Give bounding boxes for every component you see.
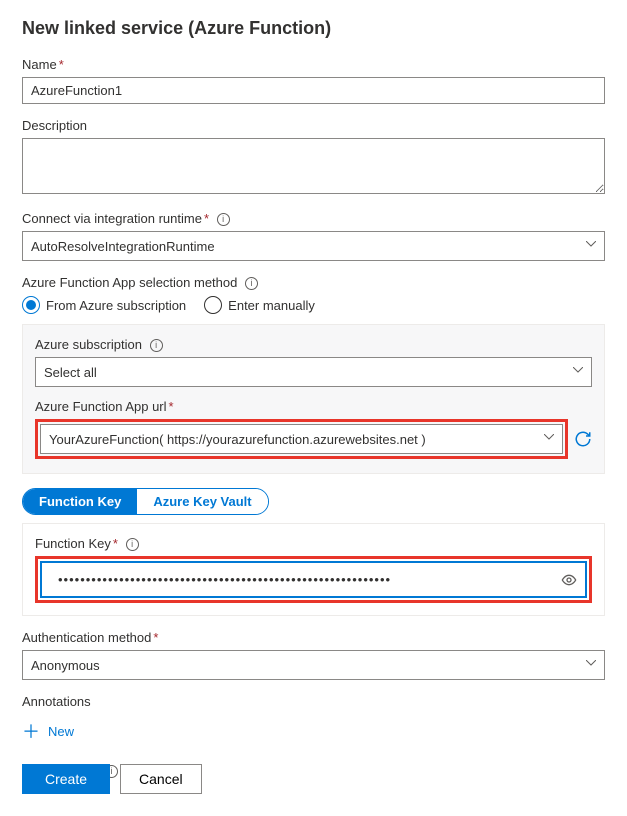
runtime-select[interactable]: AutoResolveIntegrationRuntime xyxy=(22,231,605,261)
functionkey-input[interactable] xyxy=(50,567,555,592)
functionkey-label: Function Key* i xyxy=(35,536,592,551)
eye-icon[interactable] xyxy=(561,572,577,588)
selection-method-label: Azure Function App selection method i xyxy=(22,275,605,290)
info-icon[interactable]: i xyxy=(217,213,230,226)
description-label: Description xyxy=(22,118,605,133)
refresh-icon[interactable] xyxy=(574,430,592,448)
runtime-value: AutoResolveIntegrationRuntime xyxy=(31,239,215,254)
chevron-down-icon xyxy=(586,660,596,670)
name-label: Name* xyxy=(22,57,605,72)
create-button[interactable]: Create xyxy=(22,764,110,794)
chevron-down-icon xyxy=(544,434,554,444)
name-input[interactable] xyxy=(22,77,605,104)
subscription-value: Select all xyxy=(44,365,97,380)
plus-icon: ＋ xyxy=(22,718,40,744)
tab-azure-key-vault[interactable]: Azure Key Vault xyxy=(137,489,267,514)
authmethod-select[interactable]: Anonymous xyxy=(22,650,605,680)
description-input[interactable] xyxy=(22,138,605,194)
info-icon[interactable]: i xyxy=(245,277,258,290)
add-annotation-button[interactable]: ＋ New xyxy=(22,714,605,748)
authmethod-value: Anonymous xyxy=(31,658,100,673)
page-title: New linked service (Azure Function) xyxy=(22,18,605,39)
key-source-tabs: Function Key Azure Key Vault xyxy=(22,488,269,515)
subscription-label: Azure subscription i xyxy=(35,337,592,352)
highlight-frame: YourAzureFunction( https://yourazurefunc… xyxy=(35,419,568,459)
radio-from-subscription[interactable]: From Azure subscription xyxy=(22,296,186,314)
appurl-select[interactable]: YourAzureFunction( https://yourazurefunc… xyxy=(40,424,563,454)
highlight-frame xyxy=(35,556,592,603)
appurl-label: Azure Function App url* xyxy=(35,399,592,414)
chevron-down-icon xyxy=(573,367,583,377)
cancel-button[interactable]: Cancel xyxy=(120,764,202,794)
info-icon[interactable]: i xyxy=(150,339,163,352)
subscription-select[interactable]: Select all xyxy=(35,357,592,387)
radio-enter-manually[interactable]: Enter manually xyxy=(204,296,315,314)
tab-function-key[interactable]: Function Key xyxy=(23,489,137,514)
info-icon[interactable]: i xyxy=(126,538,139,551)
runtime-label: Connect via integration runtime* i xyxy=(22,211,605,226)
annotations-label: Annotations xyxy=(22,694,605,709)
authmethod-label: Authentication method* xyxy=(22,630,605,645)
appurl-value: YourAzureFunction( https://yourazurefunc… xyxy=(49,432,426,447)
chevron-down-icon xyxy=(586,241,596,251)
